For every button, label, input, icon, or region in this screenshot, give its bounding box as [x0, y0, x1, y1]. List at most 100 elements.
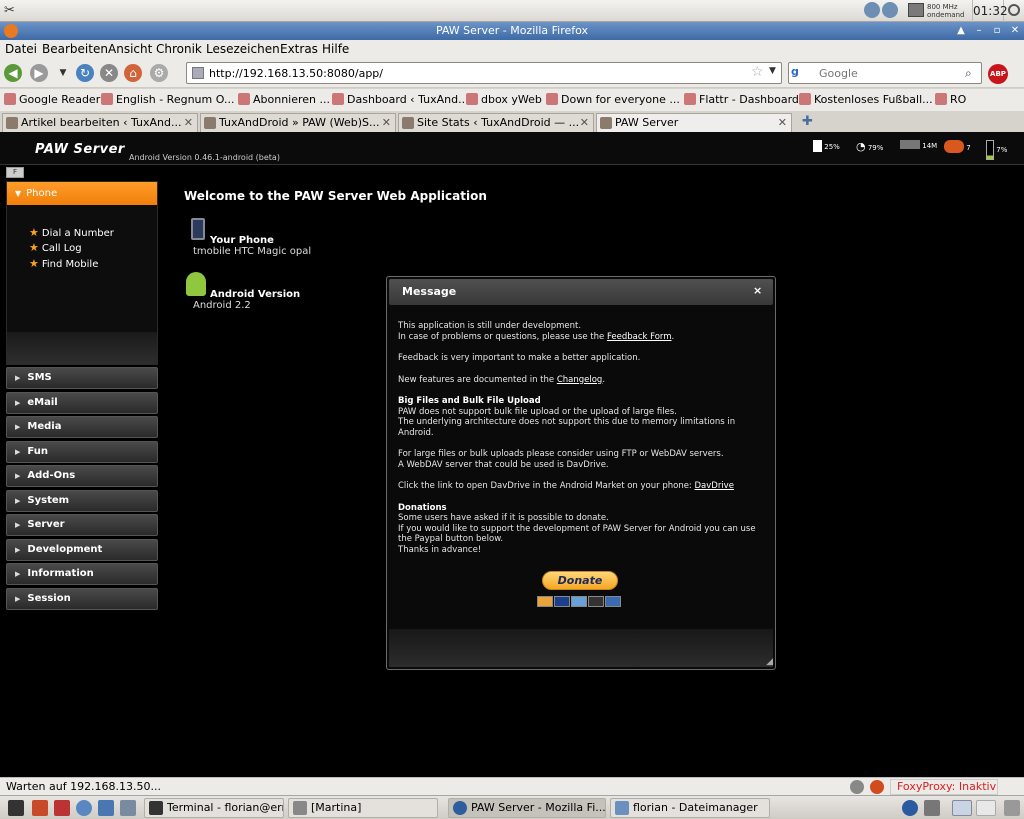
sidebar-item-label: Session [27, 593, 71, 604]
star-icon: ★ [29, 257, 39, 270]
feedback-small-icon[interactable]: F [6, 167, 24, 178]
menu-ansicht[interactable]: Ansicht [108, 42, 152, 56]
bookmark-item[interactable]: dbox yWeb [466, 93, 542, 106]
editor-launcher-icon[interactable] [32, 800, 48, 816]
home-button[interactable]: ⌂ [124, 64, 142, 82]
search-engine-icon[interactable]: g [791, 65, 817, 81]
taskbar-item-terminal[interactable]: Terminal - florian@erro... [144, 798, 284, 818]
tab-paw-server[interactable]: PAW Server ✕ [596, 113, 792, 132]
addon-icon[interactable]: ⚙ [150, 64, 168, 82]
taskbar-item-file-manager[interactable]: florian - Dateimanager [610, 798, 770, 818]
workspace-1[interactable] [952, 800, 972, 816]
dialog-header[interactable]: Message × [389, 279, 773, 305]
search-icon[interactable]: ⌕ [965, 66, 972, 81]
feedback-form-link[interactable]: Feedback Form [607, 332, 672, 342]
menu-extras[interactable]: Extras [280, 42, 318, 56]
applications-menu-icon[interactable]: ✂ [4, 3, 20, 19]
bookmark-item[interactable]: Flattr - Dashboard [684, 93, 799, 106]
bookmark-item[interactable]: English - Regnum O... [101, 93, 234, 106]
new-tab-button[interactable]: ✚ [802, 114, 813, 129]
foxyproxy-status[interactable]: FoxyProxy: Inaktiv [890, 779, 998, 795]
tab-close-icon[interactable]: ✕ [580, 114, 589, 132]
close-icon[interactable]: × [753, 284, 762, 297]
sidebar-link-find-mobile[interactable]: ★ Find Mobile [29, 257, 98, 270]
taskbar-item-firefox[interactable]: PAW Server - Mozilla Fi... [448, 798, 606, 818]
addon-status-icon[interactable] [850, 780, 864, 794]
sidebar-item-server[interactable]: ▶ Server [6, 514, 158, 536]
cpu-frequency-monitor[interactable]: 800 MHz ondemand [908, 2, 968, 20]
desktop-icon[interactable] [924, 800, 940, 816]
sidebar-item-sms[interactable]: ▶ SMS [6, 367, 158, 389]
search-input[interactable] [819, 65, 959, 81]
back-button[interactable]: ◀ [4, 64, 22, 82]
bookmark-item[interactable]: RO [935, 93, 966, 106]
tab-site-stats[interactable]: Site Stats ‹ TuxAndDroid — ... ✕ [398, 113, 594, 132]
maximize-window-button[interactable]: ▫ [990, 24, 1004, 38]
reload-button[interactable]: ↻ [76, 64, 94, 82]
terminal-launcher-icon[interactable] [8, 800, 24, 816]
tab-artikel-bearbeiten[interactable]: Artikel bearbeiten ‹ TuxAnd... ✕ [2, 113, 198, 132]
files-launcher-icon[interactable] [120, 800, 136, 816]
sidebar-item-email[interactable]: ▶ eMail [6, 392, 158, 414]
tab-close-icon[interactable]: ✕ [778, 114, 787, 132]
resize-grip-icon[interactable]: ◢ [766, 657, 773, 667]
davdrive-link[interactable]: DavDrive [695, 481, 734, 491]
power-icon[interactable] [1008, 4, 1020, 16]
browser-launcher-icon[interactable] [76, 800, 92, 816]
tray-network[interactable] [864, 2, 904, 20]
adblock-plus-icon[interactable]: ABP [988, 64, 1008, 84]
workspace-2[interactable] [976, 800, 996, 816]
menu-datei[interactable]: Datei [5, 42, 37, 56]
update-icon[interactable] [882, 2, 898, 18]
tools-launcher-icon[interactable] [54, 800, 70, 816]
tab-close-icon[interactable]: ✕ [382, 114, 391, 132]
bookmark-item[interactable]: Abonnieren ... [238, 93, 330, 106]
bookmark-item[interactable]: Google Reader [4, 93, 100, 106]
sidebar-item-fun[interactable]: ▶ Fun [6, 441, 158, 463]
donate-button[interactable]: Donate [542, 571, 618, 590]
close-window-button[interactable]: ✕ [1008, 24, 1022, 38]
menu-lesezeichen[interactable]: Lesezeichen [206, 42, 280, 56]
tab-paw-webserver[interactable]: TuxAndDroid » PAW (Web)S... ✕ [200, 113, 396, 132]
stop-button[interactable]: ✕ [100, 64, 118, 82]
android-version-value: Android 2.2 [193, 300, 251, 311]
globe-icon[interactable] [902, 800, 918, 816]
url-bar[interactable]: ☆ ▼ [186, 62, 782, 84]
bookmark-item[interactable]: Dashboard ‹ TuxAnd... [332, 93, 469, 106]
sidebar-item-development[interactable]: ▶ Development [6, 539, 158, 561]
bookmark-item[interactable]: Kostenloses Fußball... [799, 93, 933, 106]
menu-hilfe[interactable]: Hilfe [322, 42, 349, 56]
sidebar-link-dial-number[interactable]: ★ Dial a Number [29, 226, 114, 239]
sidebar-item-phone[interactable]: ▼ Phone [7, 182, 157, 205]
phone-icon [191, 218, 205, 240]
sidebar-item-session[interactable]: ▶ Session [6, 588, 158, 610]
sidebar-item-add-ons[interactable]: ▶ Add-Ons [6, 465, 158, 487]
changelog-link[interactable]: Changelog [557, 375, 603, 385]
search-bar[interactable]: g ⌕ [788, 62, 982, 84]
sidebar-item-system[interactable]: ▶ System [6, 490, 158, 512]
history-dropdown-icon[interactable]: ▼ [54, 64, 72, 82]
sidebar-item-information[interactable]: ▶ Information [6, 563, 158, 585]
minimize-window-button[interactable]: – [972, 24, 986, 38]
trash-icon[interactable] [1004, 800, 1020, 816]
chevron-right-icon: ▶ [15, 472, 21, 480]
sidebar-item-media[interactable]: ▶ Media [6, 416, 158, 438]
sidebar-link-call-log[interactable]: ★ Call Log [29, 241, 82, 254]
menu-chronik[interactable]: Chronik [156, 42, 202, 56]
forward-button[interactable]: ▶ [30, 64, 48, 82]
network-launcher-icon[interactable] [98, 800, 114, 816]
clock[interactable]: 01:32 [972, 0, 1008, 22]
network-icon[interactable] [864, 2, 880, 18]
greasemonkey-icon[interactable] [870, 780, 884, 794]
bookmark-item[interactable]: Down for everyone ... [546, 93, 680, 106]
wifi-icon: ◔ [856, 140, 866, 153]
url-input[interactable] [209, 65, 739, 81]
menu-bearbeiten[interactable]: Bearbeiten [42, 42, 108, 56]
url-dropdown-icon[interactable]: ▼ [769, 66, 776, 76]
firefox-icon[interactable] [4, 24, 18, 38]
minimize-icon[interactable]: ▲ [954, 24, 968, 38]
tab-label: Site Stats ‹ TuxAndDroid — ... [417, 116, 580, 129]
taskbar-item-martina[interactable]: [Martina] [288, 798, 438, 818]
bookmark-star-icon[interactable]: ☆ [751, 64, 764, 80]
tab-close-icon[interactable]: ✕ [184, 114, 193, 132]
